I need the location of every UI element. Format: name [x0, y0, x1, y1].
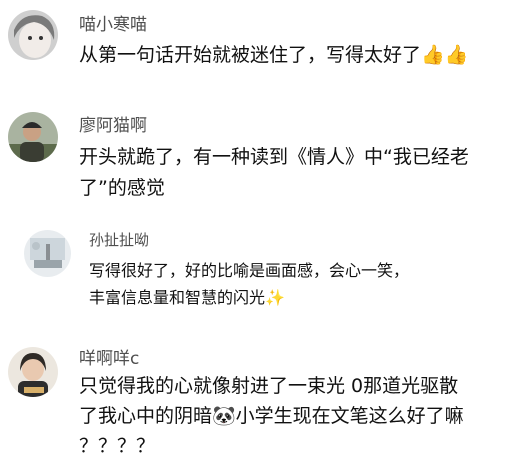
comment-text: 开头就跪了，有一种读到《情人》中“我已经老 了”的感觉 [79, 142, 469, 204]
comment-line: 只觉得我的心就像射进了一束光 0那道光驱散 [79, 375, 459, 397]
comment-text: 只觉得我的心就像射进了一束光 0那道光驱散 了我心中的阴暗🐼小学生现在文笔这么好… [79, 371, 464, 461]
avatar[interactable] [24, 230, 71, 277]
comment-line: 写得很好了，好的比喻是画面感，会心一笑， [89, 261, 410, 280]
username[interactable]: 咩啊咩c [79, 344, 139, 369]
comment-text: 从第一句话开始就被迷住了，写得太好了👍👍 [79, 40, 468, 70]
avatar[interactable] [8, 112, 58, 162]
comment-line: 了”的感觉 [79, 177, 165, 199]
username[interactable]: 廖阿猫啊 [79, 111, 147, 136]
comment-line: 了我心中的阴暗🐼小学生现在文笔这么好了嘛 [79, 405, 464, 427]
comment-line: ？？？？ [79, 435, 156, 457]
comment-item: 咩啊咩c 只觉得我的心就像射进了一束光 0那道光驱散 了我心中的阴暗🐼小学生现在… [0, 335, 526, 460]
comment-line: 开头就跪了，有一种读到《情人》中“我已经老 [79, 146, 469, 168]
comment-line: 从第一句话开始就被迷住了，写得太好了👍👍 [79, 44, 469, 66]
username[interactable]: 喵小寒喵 [79, 10, 147, 35]
comment-item: 孙扯扯呦 写得很好了，好的比喻是画面感，会心一笑， 丰富信息量和智慧的闪光✨ [0, 222, 526, 322]
username[interactable]: 孙扯扯呦 [89, 229, 149, 250]
comment-item: 喵小寒喵 从第一句话开始就被迷住了，写得太好了👍👍 [0, 0, 526, 80]
avatar[interactable] [8, 10, 58, 60]
comment-text: 写得很好了，好的比喻是画面感，会心一笑， 丰富信息量和智慧的闪光✨ [89, 257, 409, 311]
avatar[interactable] [8, 347, 58, 397]
comment-line: 丰富信息量和智慧的闪光✨ [89, 288, 285, 307]
comment-item: 廖阿猫啊 开头就跪了，有一种读到《情人》中“我已经老 了”的感觉 [0, 100, 526, 210]
